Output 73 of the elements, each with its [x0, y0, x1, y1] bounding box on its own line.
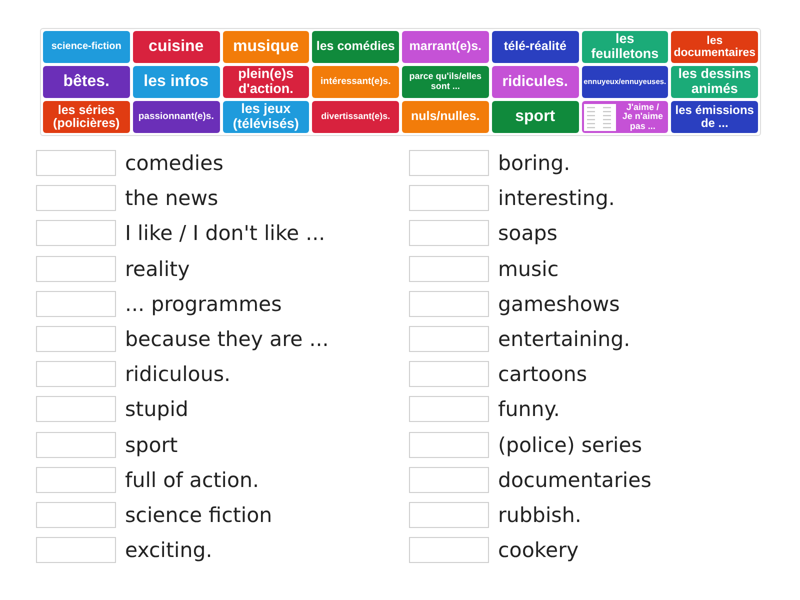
answer-box[interactable] — [409, 502, 489, 528]
word-tile[interactable]: les feuilletons — [582, 31, 668, 63]
match-label: boring. — [498, 151, 570, 175]
match-label: interesting. — [498, 186, 615, 210]
match-label: science fiction — [125, 502, 272, 527]
word-tile[interactable]: science-fiction — [43, 31, 130, 63]
answer-box[interactable] — [409, 256, 489, 282]
answer-box[interactable] — [36, 466, 116, 493]
word-tile[interactable]: les infos — [132, 66, 220, 98]
match-label: cookery — [498, 538, 579, 562]
answer-box[interactable] — [36, 220, 116, 246]
answer-box[interactable] — [409, 220, 489, 246]
word-tile[interactable]: marrant(e)s. — [402, 31, 489, 63]
word-tile[interactable]: intéressant(e)s. — [312, 66, 399, 98]
word-tile[interactable]: les séries (policières) — [43, 101, 130, 133]
answer-box[interactable] — [409, 537, 489, 564]
word-tile[interactable]: parce qu'ils/elles sont ... — [402, 66, 489, 98]
match-label: the news — [125, 186, 218, 210]
word-tile[interactable]: les comédies — [312, 31, 399, 63]
match-label: music — [498, 256, 559, 281]
match-label: ridiculous. — [125, 362, 231, 386]
word-tile[interactable]: divertissant(e)s. — [312, 101, 399, 133]
match-label: documentaries — [498, 468, 652, 492]
match-label: funny. — [498, 397, 560, 422]
match-label: cartoons — [498, 362, 588, 386]
word-tile[interactable]: cuisine — [132, 31, 220, 63]
word-tile[interactable]: télé-réalité — [492, 31, 578, 63]
answer-box[interactable] — [36, 326, 116, 352]
word-tile[interactable]: les documentaires — [671, 31, 758, 63]
answer-box[interactable] — [409, 432, 489, 458]
match-label: exciting. — [125, 538, 212, 562]
word-tile[interactable]: nuls/nulles. — [402, 101, 489, 133]
match-label: soaps — [498, 221, 558, 246]
match-label: rubbish. — [498, 502, 582, 527]
word-tile[interactable]: sport — [492, 101, 578, 133]
answer-box[interactable] — [36, 150, 116, 176]
answer-box[interactable] — [36, 256, 116, 282]
word-tile[interactable]: bêtes. — [43, 66, 130, 98]
answer-box[interactable] — [409, 290, 489, 317]
answer-box[interactable] — [36, 361, 116, 388]
answer-box[interactable] — [36, 290, 116, 317]
answer-box[interactable] — [409, 361, 489, 388]
match-label: stupid — [125, 397, 188, 422]
match-label: (police) series — [498, 432, 642, 456]
match-label: ... programmes — [125, 292, 282, 316]
match-label: sport — [125, 432, 178, 456]
match-label: entertaining. — [498, 326, 630, 351]
word-tile[interactable]: plein(e)s d'action. — [222, 66, 310, 98]
answer-box[interactable] — [409, 150, 489, 176]
answer-box[interactable] — [409, 185, 489, 212]
word-tile[interactable]: J'aime / Je n'aime pas ... — [582, 101, 668, 133]
answer-box[interactable] — [36, 502, 116, 528]
match-label: reality — [125, 256, 190, 281]
answer-box[interactable] — [36, 396, 116, 422]
word-tile[interactable]: les émissions de ... — [671, 101, 758, 133]
match-label: comedies — [125, 151, 224, 175]
match-label: gameshows — [498, 292, 620, 316]
word-tile[interactable]: passionnant(e)s. — [132, 101, 220, 133]
tile-label: J'aime / Je n'aime pas ... — [621, 102, 664, 132]
answer-box[interactable] — [36, 185, 116, 212]
answer-box[interactable] — [409, 466, 489, 493]
match-label: because they are ... — [125, 326, 329, 351]
match-label: I like / I don't like ... — [125, 221, 326, 246]
word-tile[interactable]: musique — [222, 31, 310, 63]
match-label: full of action. — [125, 468, 260, 492]
answer-box[interactable] — [36, 432, 116, 458]
answer-box[interactable] — [409, 326, 489, 352]
document-thumbnail — [584, 104, 616, 130]
answer-box[interactable] — [409, 396, 489, 422]
word-tile[interactable]: les dessins animés — [671, 66, 758, 98]
word-tile[interactable]: ridicules. — [492, 66, 578, 98]
word-tile[interactable]: les jeux (télévisés) — [222, 101, 310, 133]
answer-box[interactable] — [36, 537, 116, 564]
